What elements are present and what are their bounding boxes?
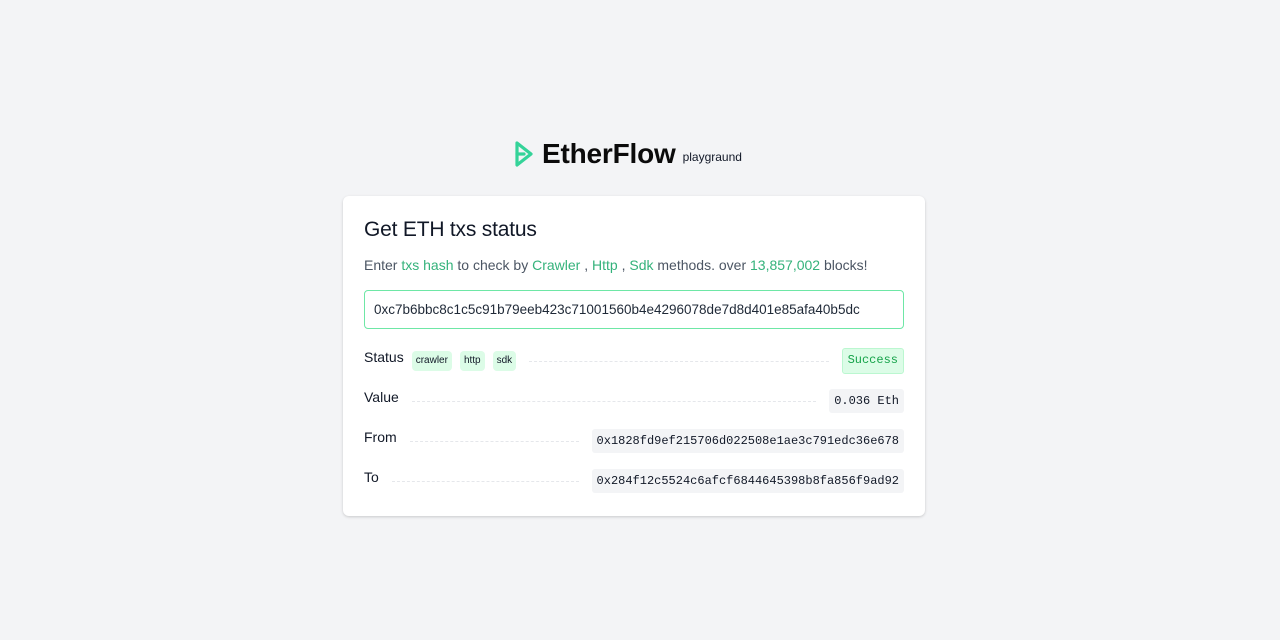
value-label: Value [364, 389, 399, 405]
from-address: 0x1828fd9ef215706d022508e1ae3c791edc36e6… [591, 429, 904, 453]
tx-hash-input[interactable] [364, 290, 904, 329]
desc-sep: , [621, 257, 626, 273]
card-description: Enter txs hash to check by Crawler , Htt… [364, 257, 868, 273]
card-title: Get ETH txs status [364, 218, 537, 241]
divider [409, 440, 579, 442]
status-badge: Success [841, 348, 904, 374]
to-row: To 0x284f12c5524c6afcf6844645398b8fa856f… [364, 468, 904, 494]
desc-enter: Enter [364, 257, 398, 273]
desc-crawler: Crawler [532, 257, 581, 273]
etherflow-logo-icon [515, 141, 533, 167]
method-chip-http[interactable]: http [459, 351, 485, 371]
method-chip-sdk[interactable]: sdk [492, 351, 517, 371]
desc-sdk: Sdk [629, 257, 654, 273]
page-header: EtherFlow playgraund [0, 136, 1280, 170]
brand-name: EtherFlow [542, 138, 676, 169]
brand-subtitle: playgraund [682, 150, 742, 164]
value-row: Value 0.036 Eth [364, 388, 904, 414]
to-label: To [364, 469, 379, 485]
divider [391, 480, 579, 482]
desc-blocks: blocks! [823, 257, 868, 273]
desc-http: Http [592, 257, 618, 273]
desc-to-check-by: to check by [457, 257, 529, 273]
divider [411, 400, 817, 402]
desc-methods-over: methods. over [657, 257, 747, 273]
from-row: From 0x1828fd9ef215706d022508e1ae3c791ed… [364, 428, 904, 454]
value-amount: 0.036 Eth [829, 389, 904, 413]
desc-sep: , [584, 257, 589, 273]
status-row: Status crawler http sdk Success [364, 348, 904, 374]
to-address: 0x284f12c5524c6afcf6844645398b8fa856f9ad… [591, 469, 904, 493]
tx-status-card: Get ETH txs status Enter txs hash to che… [343, 196, 925, 516]
brand: EtherFlow playgraund [514, 138, 742, 170]
divider [529, 360, 829, 362]
desc-txs-hash: txs hash [401, 257, 454, 273]
desc-block-count: 13,857,002 [750, 257, 821, 273]
method-chip-crawler[interactable]: crawler [411, 351, 452, 371]
from-label: From [364, 429, 397, 445]
status-label: Status [364, 349, 404, 365]
